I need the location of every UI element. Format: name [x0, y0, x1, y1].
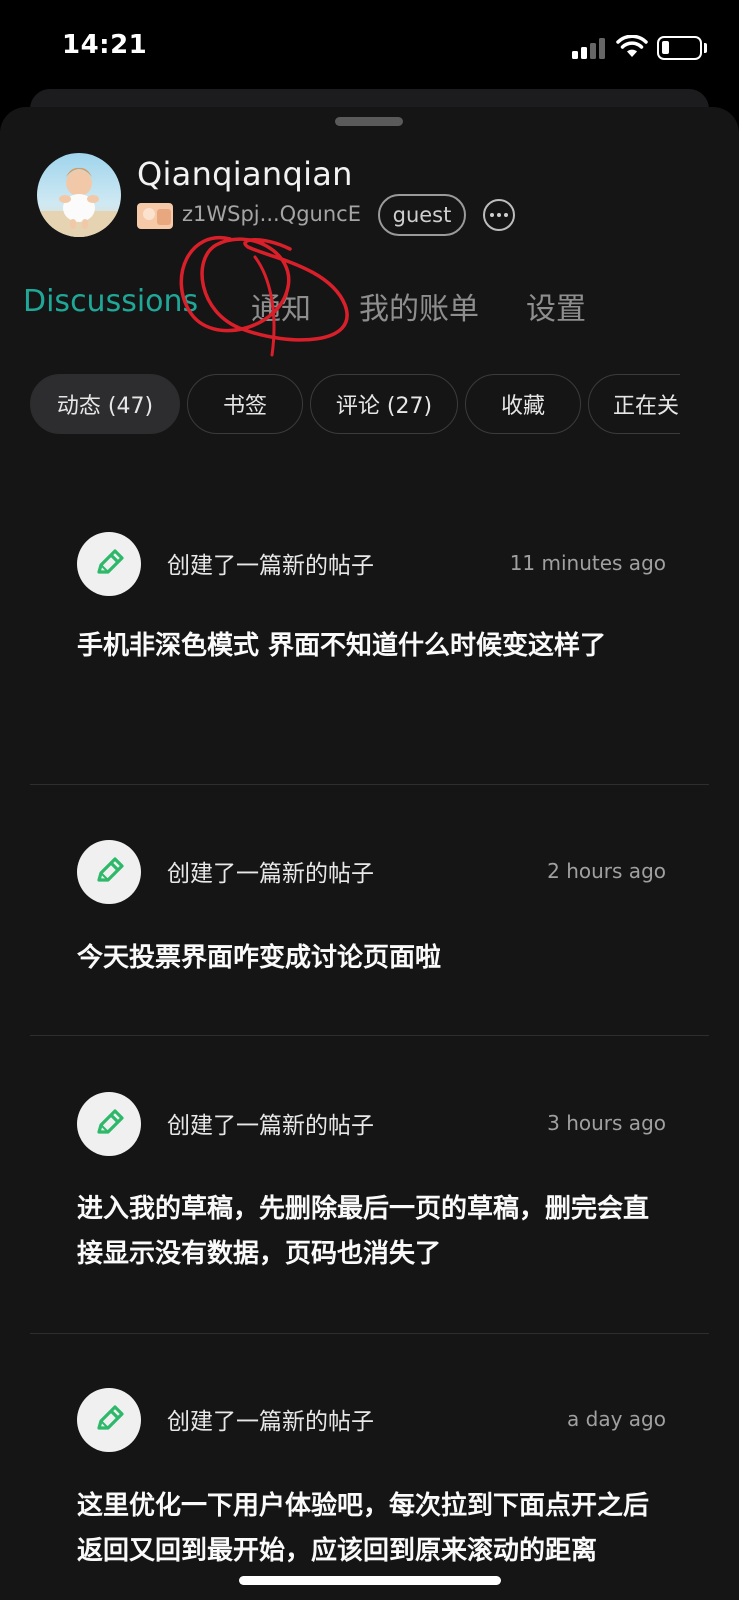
post-time: 11 minutes ago — [509, 551, 666, 575]
divider — [30, 1035, 709, 1036]
role-badge: guest — [378, 194, 466, 236]
divider — [30, 784, 709, 785]
status-time: 14:21 — [62, 30, 148, 60]
annotation-scribble — [179, 235, 349, 357]
post-action: 创建了一篇新的帖子 — [167, 1113, 374, 1139]
post-text: 手机非深色模式 界面不知道什么时候变这样了 — [77, 631, 607, 661]
chip-activity[interactable]: 动态 (47) — [30, 374, 180, 434]
cellular-signal-icon — [572, 37, 606, 59]
feed-item[interactable]: 创建了一篇新的帖子 a day ago 这里优化一下用户体验吧，每次拉到下面点开… — [30, 1350, 709, 1600]
home-indicator[interactable] — [239, 1576, 501, 1585]
wifi-icon — [616, 35, 648, 57]
edit-pen-icon — [77, 532, 141, 596]
filter-chips: 动态 (47) 书签 评论 (27) 收藏 正在关 — [30, 374, 680, 436]
edit-pen-icon — [77, 1388, 141, 1452]
tab-my-bills[interactable]: 我的账单 — [359, 284, 479, 328]
post-text: 这里优化一下用户体验吧，每次拉到下面点开之后返回又回到最开始，应该回到原来滚动的… — [77, 1491, 650, 1566]
post-text: 进入我的草稿，先删除最后一页的草稿，删完会直接显示没有数据，页码也消失了 — [77, 1194, 650, 1269]
edit-pen-icon — [77, 1092, 141, 1156]
sheet-grabber[interactable] — [335, 117, 403, 126]
chip-favorites[interactable]: 收藏 — [465, 374, 581, 434]
tab-settings[interactable]: 设置 — [526, 284, 586, 328]
battery-level — [662, 41, 669, 54]
post-time: 3 hours ago — [547, 1111, 666, 1135]
more-horizontal-icon[interactable] — [483, 199, 515, 231]
edit-pen-icon — [77, 840, 141, 904]
battery-cap — [704, 43, 707, 53]
post-action: 创建了一篇新的帖子 — [167, 861, 374, 887]
feed-item[interactable]: 创建了一篇新的帖子 3 hours ago 进入我的草稿，先删除最后一页的草稿，… — [30, 1052, 709, 1322]
chip-comments[interactable]: 评论 (27) — [310, 374, 458, 434]
battery-icon — [657, 36, 702, 60]
chip-following[interactable]: 正在关 — [588, 374, 680, 434]
divider — [30, 1333, 709, 1334]
feed-item[interactable]: 创建了一篇新的帖子 2 hours ago 今天投票界面咋变成讨论页面啦 — [30, 800, 709, 1030]
status-bar: 14:21 — [0, 0, 739, 92]
post-time: 2 hours ago — [547, 859, 666, 883]
chip-bookmarks[interactable]: 书签 — [187, 374, 303, 434]
post-action: 创建了一篇新的帖子 — [167, 1409, 374, 1435]
post-action: 创建了一篇新的帖子 — [167, 553, 374, 579]
post-time: a day ago — [567, 1407, 666, 1431]
feed-item[interactable]: 创建了一篇新的帖子 11 minutes ago 手机非深色模式 界面不知道什么… — [30, 500, 709, 770]
post-text: 今天投票界面咋变成讨论页面啦 — [77, 943, 442, 973]
username: Qianqianqian — [137, 155, 353, 193]
screen: 14:21 Qianqianqian z1WSpj...QguncE guest… — [0, 0, 739, 1600]
avatar[interactable] — [37, 153, 121, 237]
